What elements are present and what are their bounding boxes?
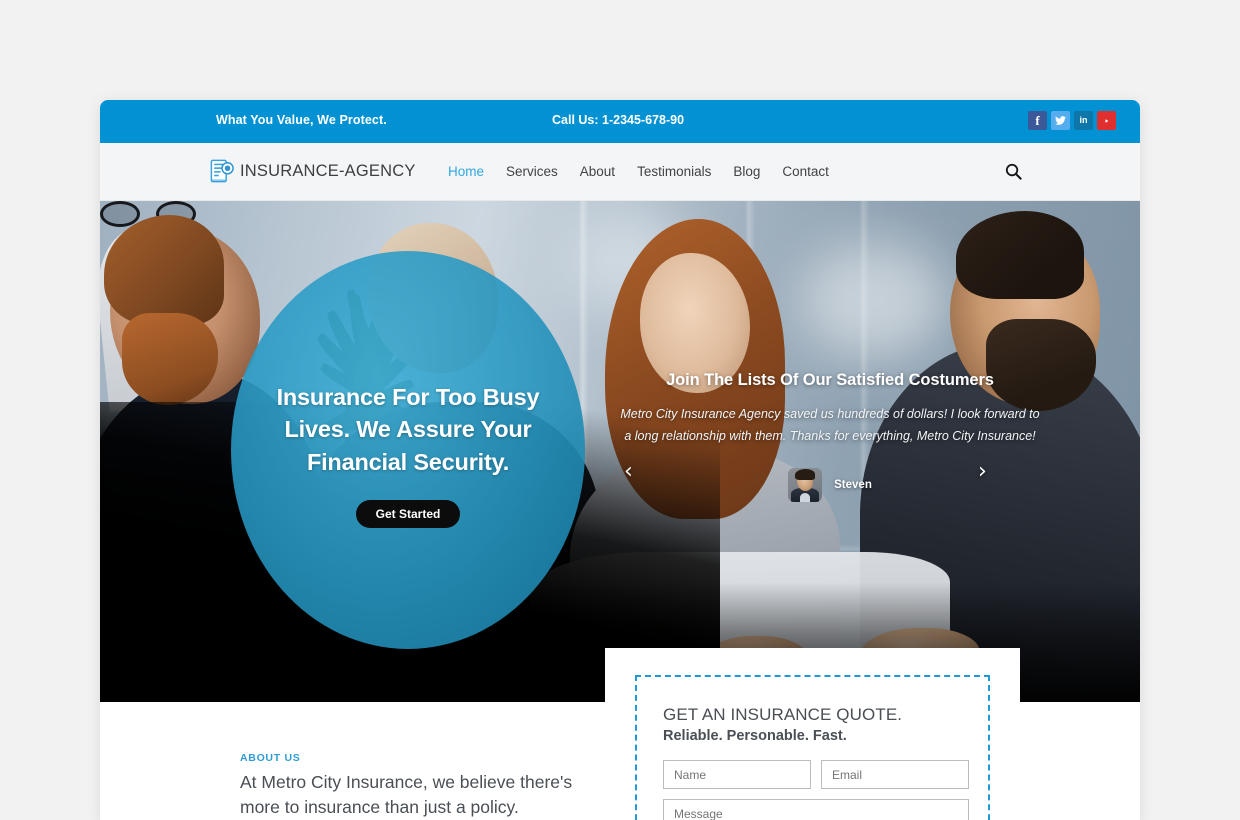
slider-next-arrow[interactable]: › xyxy=(978,461,987,483)
nav-link-home[interactable]: Home xyxy=(448,164,484,179)
hero-slider: Insurance For Too Busy Lives. We Assure … xyxy=(100,201,1140,702)
tagline-text: What You Value, We Protect. xyxy=(216,113,387,127)
get-started-button[interactable]: Get Started xyxy=(356,500,460,529)
about-block: ABOUT US At Metro City Insurance, we bel… xyxy=(240,752,590,820)
social-links: f in xyxy=(1028,111,1116,130)
about-text: At Metro City Insurance, we believe ther… xyxy=(240,772,573,818)
slider-prev-arrow[interactable]: ‹ xyxy=(624,461,633,483)
brand-name: INSURANCE-AGENCY xyxy=(240,162,416,180)
facebook-icon[interactable]: f xyxy=(1028,111,1047,130)
main-navigation-bar: INSURANCE-AGENCY Home Services About Tes… xyxy=(100,143,1140,201)
search-icon[interactable] xyxy=(1005,163,1022,180)
avatar xyxy=(788,467,823,502)
about-kicker: ABOUT US xyxy=(240,752,301,764)
facebook-glyph: f xyxy=(1035,113,1040,128)
quote-form-card: GET AN INSURANCE QUOTE. Reliable. Person… xyxy=(605,648,1020,820)
nav-links: Home Services About Testimonials Blog Co… xyxy=(448,164,829,179)
phone-number[interactable]: Call Us: 1-2345-678-90 xyxy=(552,113,684,127)
document-seal-icon xyxy=(210,159,234,183)
top-utility-bar: What You Value, We Protect. Call Us: 1-2… xyxy=(100,100,1140,143)
youtube-icon[interactable] xyxy=(1097,111,1116,130)
linkedin-icon[interactable]: in xyxy=(1074,111,1093,130)
message-field[interactable] xyxy=(663,799,969,820)
linkedin-glyph: in xyxy=(1079,115,1088,125)
testimonial-title: Join The Lists Of Our Satisfied Costumer… xyxy=(666,371,994,389)
testimonial-author: Steven xyxy=(620,467,1040,502)
nav-link-services[interactable]: Services xyxy=(506,164,558,179)
nav-link-contact[interactable]: Contact xyxy=(782,164,829,179)
testimonial-quote: Metro City Insurance Agency saved us hun… xyxy=(620,407,1040,443)
hero-content: Insurance For Too Busy Lives. We Assure … xyxy=(248,381,568,529)
twitter-icon[interactable] xyxy=(1051,111,1070,130)
testimonial-slide: Join The Lists Of Our Satisfied Costumer… xyxy=(620,371,1040,502)
quote-form-subtitle: Reliable. Personable. Fast. xyxy=(663,728,847,744)
quote-form-title: GET AN INSURANCE QUOTE. xyxy=(663,705,903,724)
email-field[interactable] xyxy=(821,760,969,789)
quote-form-row xyxy=(663,760,969,789)
nav-link-blog[interactable]: Blog xyxy=(733,164,760,179)
hero-headline: Insurance For Too Busy Lives. We Assure … xyxy=(276,384,540,475)
nav-link-testimonials[interactable]: Testimonials xyxy=(637,164,711,179)
quote-form-inner: GET AN INSURANCE QUOTE. Reliable. Person… xyxy=(663,705,969,820)
website-page: What You Value, We Protect. Call Us: 1-2… xyxy=(100,100,1140,820)
brand-logo[interactable]: INSURANCE-AGENCY xyxy=(210,159,416,184)
nav-link-about[interactable]: About xyxy=(580,164,615,179)
testimonial-author-name: Steven xyxy=(834,478,872,491)
name-field[interactable] xyxy=(663,760,811,789)
